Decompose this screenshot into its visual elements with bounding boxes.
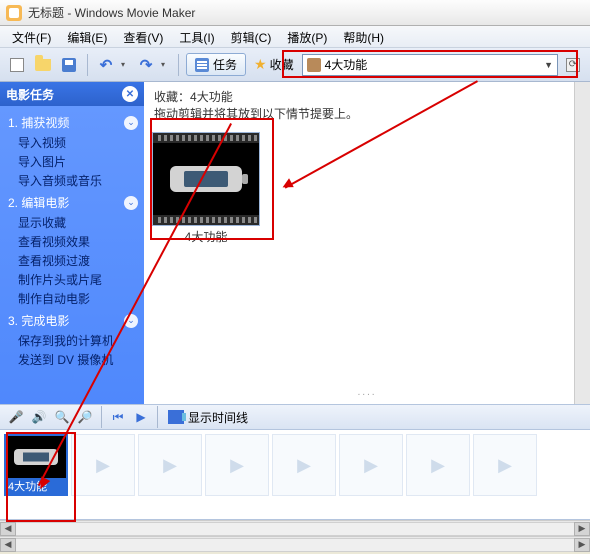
separator	[101, 406, 102, 428]
timeline-icon	[168, 410, 184, 424]
scroll-right-button[interactable]: ▶	[574, 522, 590, 536]
undo-dropdown[interactable]: ▾	[121, 60, 131, 69]
save-icon	[62, 58, 76, 72]
link-import-picture[interactable]: 导入图片	[0, 152, 144, 171]
redo-button[interactable]: ↷	[135, 54, 157, 76]
save-button[interactable]	[58, 54, 80, 76]
tasks-pane: 电影任务 ✕ 1. 捕获视频 ⌄ 导入视频 导入图片 导入音频或音乐 2. 编辑…	[0, 82, 144, 404]
link-import-video[interactable]: 导入视频	[0, 133, 144, 152]
storyboard-slot[interactable]: ▶	[272, 434, 336, 496]
storyboard-slot[interactable]: ▶	[406, 434, 470, 496]
rewind-button[interactable]: ⏮	[108, 407, 128, 427]
link-import-audio[interactable]: 导入音频或音乐	[0, 171, 144, 190]
storyboard-slot[interactable]: ▶	[205, 434, 269, 496]
link-show-collections[interactable]: 显示收藏	[0, 213, 144, 232]
audio-level-button[interactable]: 🎤	[6, 407, 26, 427]
separator	[87, 54, 88, 76]
chevron-down-icon: ⌄	[124, 116, 138, 130]
link-video-effects[interactable]: 查看视频效果	[0, 232, 144, 251]
collection-select-value: 4大功能	[325, 56, 368, 73]
menu-view[interactable]: 查看(V)	[115, 26, 171, 47]
play-button[interactable]: ▶	[131, 407, 151, 427]
menu-file[interactable]: 文件(F)	[4, 26, 59, 47]
scroll-left-button[interactable]: ◀	[0, 538, 16, 552]
tasks-icon	[195, 58, 209, 72]
redo-dropdown[interactable]: ▾	[161, 60, 171, 69]
undo-icon: ↶	[100, 56, 113, 74]
collection-header: 收藏：4大功能 拖动剪辑并将其放到以下情节提要上。	[144, 82, 590, 126]
link-video-transitions[interactable]: 查看视频过渡	[0, 251, 144, 270]
show-timeline-label: 显示时间线	[188, 409, 248, 426]
redo-icon: ↷	[140, 56, 153, 74]
resize-grip-icon[interactable]: ∙∙∙∙	[357, 389, 376, 400]
horizontal-scrollbar[interactable]: ◀ ▶	[0, 520, 590, 536]
clip-preview	[153, 143, 259, 215]
menu-bar: 文件(F) 编辑(E) 查看(V) 工具(I) 剪辑(C) 播放(P) 帮助(H…	[0, 26, 590, 48]
horizontal-scrollbar-2[interactable]: ◀ ▶	[0, 536, 590, 552]
section-capture[interactable]: 1. 捕获视频 ⌄	[0, 112, 144, 133]
chevron-down-icon: ▼	[544, 60, 553, 70]
menu-play[interactable]: 播放(P)	[279, 26, 335, 47]
tasks-label: 任务	[213, 56, 237, 73]
menu-help[interactable]: 帮助(H)	[335, 26, 392, 47]
tasks-pane-title: 电影任务	[6, 86, 54, 103]
new-button[interactable]	[6, 54, 28, 76]
storyboard: 4大功能 ▶ ▶ ▶ ▶ ▶ ▶ ▶	[0, 430, 590, 520]
menu-clip[interactable]: 剪辑(C)	[223, 26, 280, 47]
collections-label: 收藏	[270, 56, 294, 73]
refresh-icon: ⟳	[566, 58, 580, 72]
chevron-down-icon: ⌄	[124, 196, 138, 210]
storyboard-slot[interactable]: ▶	[473, 434, 537, 496]
refresh-button[interactable]: ⟳	[562, 54, 584, 76]
section-edit[interactable]: 2. 编辑电影 ⌄	[0, 192, 144, 213]
vertical-scrollbar[interactable]	[574, 82, 590, 404]
tasks-button[interactable]: 任务	[186, 53, 246, 76]
window-title: 无标题 - Windows Movie Maker	[28, 4, 195, 21]
separator	[157, 406, 158, 428]
narrate-button[interactable]: 🔊	[29, 407, 49, 427]
new-icon	[10, 58, 24, 72]
tasks-pane-header: 电影任务 ✕	[0, 82, 144, 106]
link-automovie[interactable]: 制作自动电影	[0, 289, 144, 308]
filmstrip-icon	[153, 133, 259, 143]
link-send-dv[interactable]: 发送到 DV 摄像机	[0, 350, 144, 369]
storyboard-slot[interactable]: ▶	[71, 434, 135, 496]
window-titlebar: 无标题 - Windows Movie Maker	[0, 0, 590, 26]
storyboard-slot[interactable]: ▶	[138, 434, 202, 496]
separator	[178, 54, 179, 76]
collapse-icon[interactable]: ✕	[122, 86, 138, 102]
scroll-track[interactable]	[16, 522, 574, 536]
show-timeline-button[interactable]: 显示时间线	[164, 409, 252, 426]
folder-open-icon	[35, 59, 51, 71]
open-button[interactable]	[32, 54, 54, 76]
collection-select[interactable]: 4大功能 ▼	[302, 54, 558, 76]
menu-edit[interactable]: 编辑(E)	[59, 26, 115, 47]
collection-pane: 收藏：4大功能 拖动剪辑并将其放到以下情节提要上。 4大功能 ∙∙∙∙	[144, 82, 590, 404]
link-save-computer[interactable]: 保存到我的计算机	[0, 331, 144, 350]
app-icon	[6, 5, 22, 21]
tasks-pane-body: 1. 捕获视频 ⌄ 导入视频 导入图片 导入音频或音乐 2. 编辑电影 ⌄ 显示…	[0, 106, 144, 373]
star-icon: ★	[254, 56, 267, 73]
collections-button[interactable]: ★ 收藏	[250, 56, 298, 73]
link-titles-credits[interactable]: 制作片头或片尾	[0, 270, 144, 289]
collection-hint: 拖动剪辑并将其放到以下情节提要上。	[154, 107, 358, 121]
clip-thumbnail[interactable]: 4大功能	[152, 132, 260, 245]
storyboard-slot[interactable]: ▶	[339, 434, 403, 496]
undo-button[interactable]: ↶	[95, 54, 117, 76]
scroll-left-button[interactable]: ◀	[0, 522, 16, 536]
scroll-right-button[interactable]: ▶	[574, 538, 590, 552]
filmstrip-icon	[153, 215, 259, 225]
storyboard-controls: 🎤 🔊 🔍 🔎 ⏮ ▶ 显示时间线	[0, 404, 590, 430]
menu-tools[interactable]: 工具(I)	[171, 26, 222, 47]
scroll-track[interactable]	[16, 538, 574, 552]
collection-icon	[307, 58, 321, 72]
content-area: 电影任务 ✕ 1. 捕获视频 ⌄ 导入视频 导入图片 导入音频或音乐 2. 编辑…	[0, 82, 590, 404]
toolbar: ↶ ▾ ↷ ▾ 任务 ★ 收藏 4大功能 ▼ ⟳	[0, 48, 590, 82]
